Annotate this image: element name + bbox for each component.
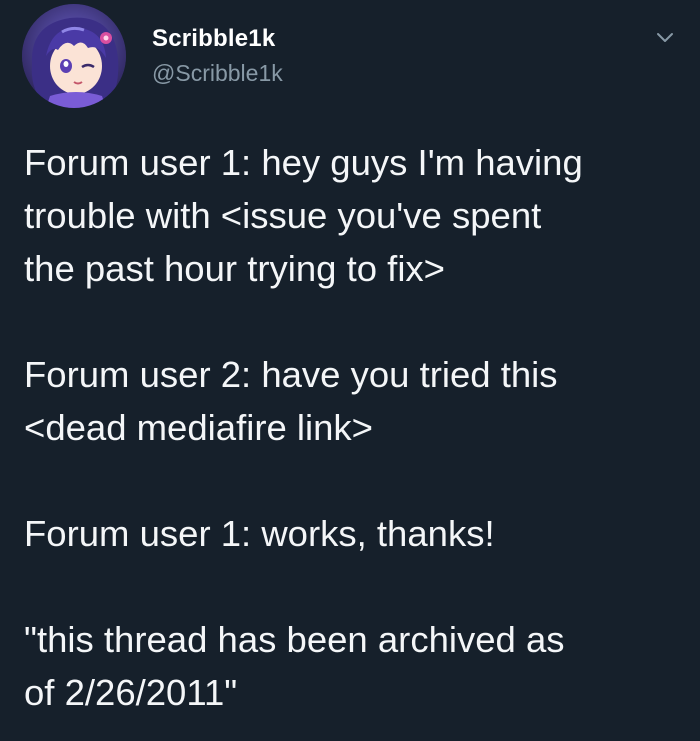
display-name[interactable]: Scribble1k	[152, 25, 275, 53]
tweet-paragraph: Forum user 1: works, thanks!	[24, 513, 495, 554]
user-handle[interactable]: @Scribble1k	[152, 60, 283, 87]
tweet-paragraph: Forum user 2: have you tried this <dead …	[24, 354, 558, 448]
avatar-image	[22, 4, 126, 108]
tweet: Scribble1k @Scribble1k Forum user 1: hey…	[0, 0, 700, 741]
tweet-paragraph: Forum user 1: hey guys I'm having troubl…	[24, 142, 583, 289]
avatar[interactable]	[22, 4, 126, 108]
chevron-down-icon[interactable]	[653, 25, 677, 49]
tweet-text: Forum user 1: hey guys I'm having troubl…	[24, 136, 684, 719]
tweet-paragraph: "this thread has been archived as of 2/2…	[24, 619, 565, 713]
